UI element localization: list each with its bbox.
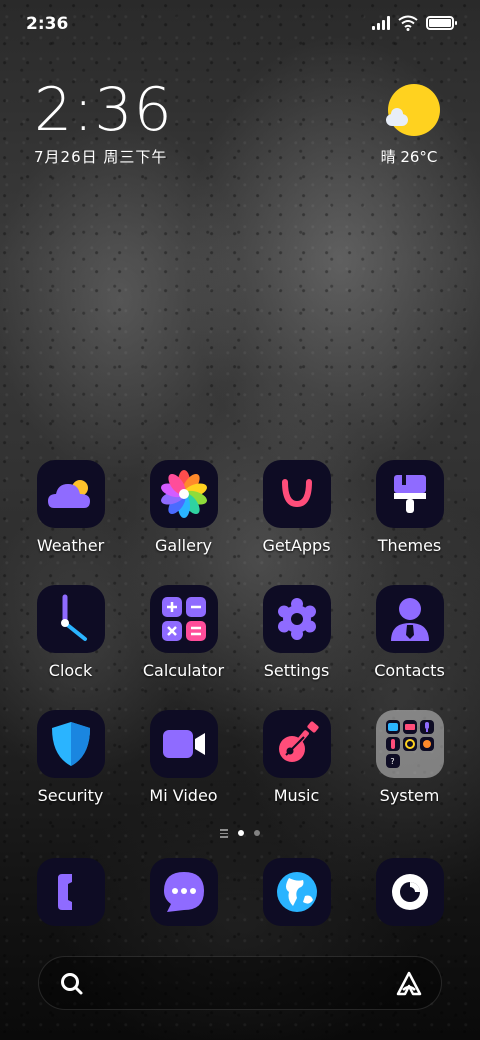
app-label: GetApps <box>262 536 331 555</box>
page-dot <box>254 830 260 837</box>
battery-icon <box>426 16 457 30</box>
app-label: Gallery <box>155 536 212 555</box>
status-bar: 2:36 <box>0 0 480 48</box>
weather-widget[interactable]: 晴 26°C <box>381 84 444 167</box>
security-icon <box>36 710 105 778</box>
assistant-icon[interactable] <box>395 970 423 998</box>
contacts-icon <box>375 585 444 653</box>
app-label: Themes <box>377 536 442 555</box>
video-icon <box>149 710 218 778</box>
mini-app-icon <box>385 720 400 734</box>
clock-time: 2:36 <box>34 75 173 145</box>
search-icon <box>61 973 83 995</box>
app-calculator[interactable]: Calculator <box>127 585 240 710</box>
status-time: 2:36 <box>26 14 69 34</box>
messages-icon[interactable] <box>149 858 218 926</box>
browser-icon[interactable] <box>262 858 331 926</box>
clock-icon <box>36 585 105 653</box>
clock-date: 7月26日 周三下午 <box>34 148 168 166</box>
mini-app-icon <box>402 737 417 751</box>
themes-icon <box>375 460 444 528</box>
wifi-icon <box>398 15 418 31</box>
signal-icon <box>372 16 390 30</box>
mini-app-icon <box>402 720 417 734</box>
battery-level <box>429 19 451 27</box>
app-label: Contacts <box>374 661 445 680</box>
camera-icon[interactable] <box>375 858 444 926</box>
app-getapps[interactable]: GetApps <box>240 460 353 585</box>
app-label: Security <box>37 786 104 805</box>
app-grid: Weather Gallery GetApps Themes Clock Cal… <box>14 460 466 835</box>
app-music[interactable]: Music <box>240 710 353 835</box>
phone-icon[interactable] <box>36 858 105 926</box>
app-label: Mi Video <box>149 786 218 805</box>
app-security[interactable]: Security <box>14 710 127 835</box>
calculator-icon <box>149 585 218 653</box>
app-weather[interactable]: Weather <box>14 460 127 585</box>
mini-app-icon: ? <box>385 754 400 768</box>
app-contacts[interactable]: Contacts <box>353 585 466 710</box>
sun-cloud-icon <box>386 84 440 136</box>
music-icon <box>262 710 331 778</box>
getapps-icon <box>262 460 331 528</box>
page-dot-active <box>238 830 244 837</box>
app-system-folder[interactable]: ? System <box>353 710 466 835</box>
mini-app-icon <box>419 720 434 734</box>
app-label: Clock <box>48 661 93 680</box>
mini-app-icon <box>419 737 434 751</box>
search-bar[interactable] <box>38 956 442 1010</box>
gallery-icon <box>149 460 218 528</box>
app-label: System <box>379 786 440 805</box>
weather-text: 晴 26°C <box>380 148 438 166</box>
settings-icon <box>262 585 331 653</box>
clock-widget[interactable]: 2:36 7月26日 周三下午 <box>34 78 173 167</box>
dock <box>14 858 466 926</box>
app-clock[interactable]: Clock <box>14 585 127 710</box>
page-indicator[interactable] <box>200 829 280 838</box>
weather-icon <box>36 460 105 528</box>
mini-app-icon <box>385 737 400 751</box>
app-label: Calculator <box>142 661 225 680</box>
app-themes[interactable]: Themes <box>353 460 466 585</box>
app-list-icon <box>220 829 228 838</box>
app-gallery[interactable]: Gallery <box>127 460 240 585</box>
app-label: Settings <box>263 661 330 680</box>
folder-icon: ? <box>375 710 444 778</box>
app-mi-video[interactable]: Mi Video <box>127 710 240 835</box>
app-label: Weather <box>36 536 105 555</box>
app-label: Music <box>273 786 320 805</box>
status-icons <box>372 15 457 31</box>
app-settings[interactable]: Settings <box>240 585 353 710</box>
